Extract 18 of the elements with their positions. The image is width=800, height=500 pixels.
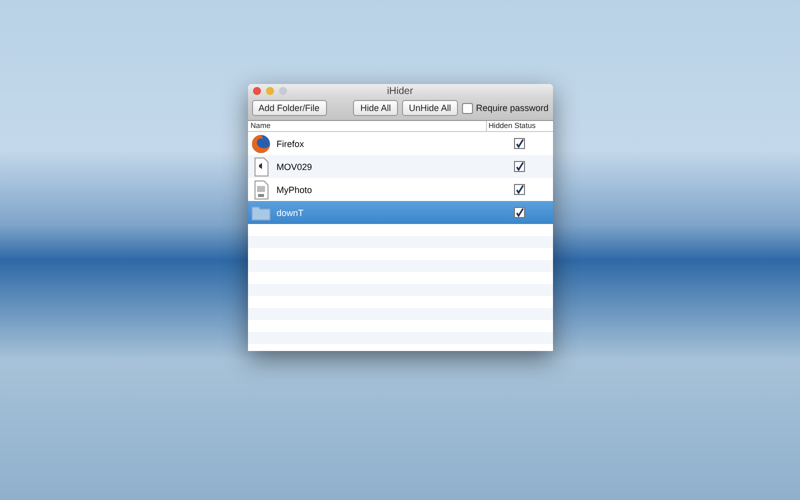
- window-title: iHider: [386, 86, 414, 96]
- hidden-checkbox[interactable]: [514, 138, 524, 149]
- add-button[interactable]: Add Folder/File: [252, 100, 327, 116]
- toolbar-button[interactable]: UnHide All: [402, 100, 458, 116]
- hidden-checkbox[interactable]: [514, 184, 524, 195]
- file-row[interactable]: MOV029: [248, 155, 552, 178]
- file-name: downT: [276, 208, 305, 218]
- close-button[interactable]: [252, 87, 260, 95]
- globe-icon: [250, 134, 270, 154]
- file-name: Firefox: [276, 138, 306, 148]
- hidden-checkbox[interactable]: [514, 161, 524, 172]
- hidden-checkbox[interactable]: [514, 207, 524, 218]
- file-name: MyPhoto: [276, 184, 314, 194]
- file-name: MOV029: [276, 162, 314, 172]
- require-password-checkbox[interactable]: Require password: [462, 102, 548, 114]
- file-row[interactable]: MyPhoto: [248, 178, 552, 201]
- file-row[interactable]: Firefox: [248, 132, 552, 155]
- toolbar-button[interactable]: Hide All: [353, 100, 398, 116]
